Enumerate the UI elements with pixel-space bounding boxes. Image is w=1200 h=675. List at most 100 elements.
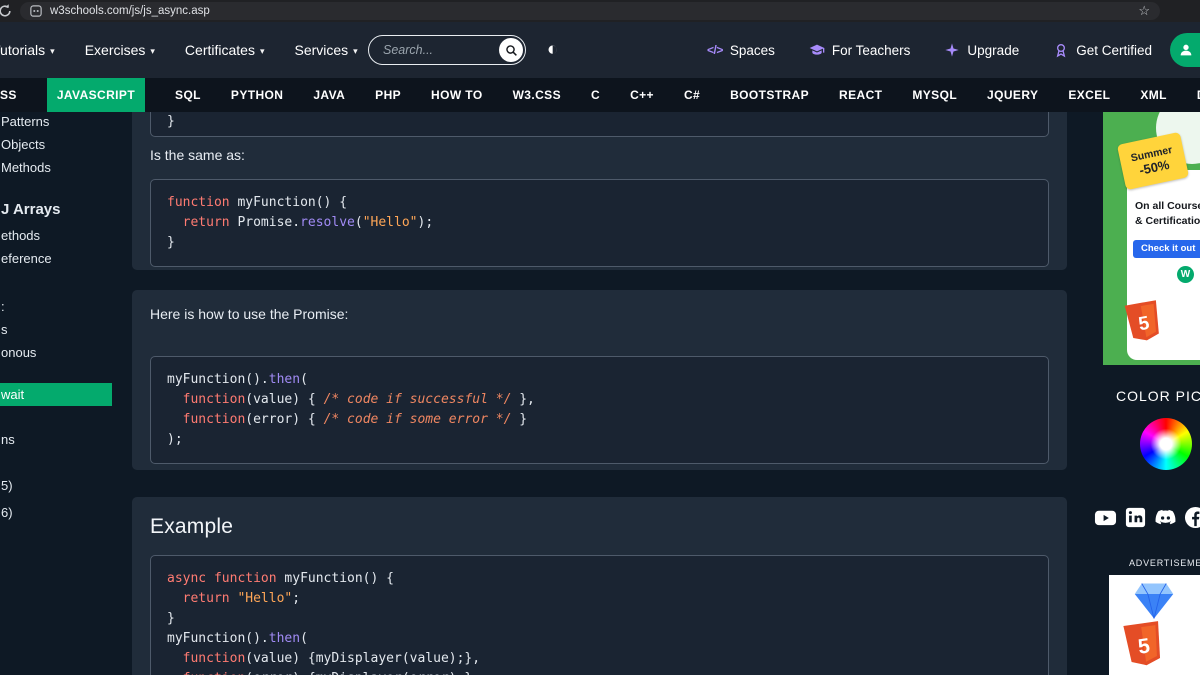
site-info-icon[interactable] <box>30 5 42 17</box>
tab-mysql[interactable]: MYSQL <box>912 78 957 112</box>
advertisement-label: ADVERTISEMENT <box>1129 558 1200 568</box>
code-line: function(value) {myDisplayer(value);}, <box>182 651 481 666</box>
tab-how-to[interactable]: HOW TO <box>431 78 483 112</box>
sidebar: Patterns Objects Methods J Arrays ethods efer… <box>0 112 112 675</box>
code-line: return "Hello"; <box>182 591 301 606</box>
menu-label: Certificates <box>184 42 255 58</box>
menu-label: Exercises <box>84 42 146 58</box>
url-text[interactable]: w3schools.com/js/js_async.asp <box>50 5 210 17</box>
color-picker-label: COLOR PICKER <box>1116 388 1200 404</box>
content-section-same-as: } Is the same as: function myFunction() … <box>132 112 1067 270</box>
search-input[interactable] <box>369 43 499 57</box>
search-box[interactable] <box>368 35 526 65</box>
color-picker-wheel[interactable] <box>1140 418 1192 470</box>
html5-shield-icon: 5 <box>1124 300 1159 341</box>
chevron-down-icon: ▾ <box>353 45 358 56</box>
check-it-out-button[interactable]: Check it out <box>1133 240 1200 258</box>
tab-csharp[interactable]: C# <box>684 78 700 112</box>
w3schools-logo: W <box>1177 266 1194 283</box>
tab-xml[interactable]: XML <box>1140 78 1167 112</box>
ad-text-line: & Certifications <box>1135 215 1200 227</box>
lead-text: Here is how to use the Promise: <box>150 306 349 322</box>
tab-bootstrap[interactable]: BOOTSTRAP <box>730 78 809 112</box>
code-line: } <box>167 611 175 626</box>
content-section-use-promise: Here is how to use the Promise: myFuncti… <box>132 290 1067 470</box>
header-link-upgrade[interactable]: Upgrade <box>944 42 1019 58</box>
tab-php[interactable]: PHP <box>375 78 401 112</box>
sidebar-item-j-arrays[interactable]: J Arrays <box>0 196 112 223</box>
header-menus: Tutorials▾Exercises▾Certificates▾Service… <box>0 22 358 78</box>
sidebar-item-item[interactable]: : <box>0 295 112 318</box>
bookmark-star-icon[interactable]: ☆ <box>1138 2 1150 20</box>
tab-sql[interactable]: SQL <box>175 78 201 112</box>
menu-tutorials[interactable]: Tutorials ▾ <box>0 42 55 58</box>
code-line: } <box>167 114 175 129</box>
tab-excel[interactable]: EXCEL <box>1068 78 1110 112</box>
tab-python[interactable]: PYTHON <box>231 78 283 112</box>
theme-toggle-icon[interactable]: ◐ <box>547 39 558 61</box>
code-line: async function myFunction() { <box>167 571 394 586</box>
code-block-example: async function myFunction() { return "He… <box>150 555 1049 675</box>
header-link-label: Get Certified <box>1076 42 1152 58</box>
chevron-down-icon: ▾ <box>50 45 55 56</box>
teacher-icon <box>809 42 825 58</box>
bottom-ad[interactable]: 5 <box>1109 575 1200 675</box>
promo-ad[interactable]: Summer -50% On all Courses & Certificati… <box>1103 112 1200 365</box>
code-block-partial: } <box>150 112 1049 137</box>
sidebar-item-ns[interactable]: ns <box>0 428 112 451</box>
reload-icon[interactable] <box>0 3 13 19</box>
code-line: return Promise.resolve("Hello"); <box>182 215 434 230</box>
sidebar-item-wait[interactable]: wait <box>0 383 112 406</box>
search-icon[interactable] <box>499 38 523 62</box>
sign-in-button[interactable] <box>1170 33 1200 67</box>
tab-ss[interactable]: SS <box>0 78 17 112</box>
header-link-spaces[interactable]: </> Spaces <box>707 43 775 58</box>
sidebar-item-ethods[interactable]: ethods <box>0 224 112 247</box>
sidebar-item-eference[interactable]: eference <box>0 247 112 270</box>
tab-javascript[interactable]: JAVASCRIPT <box>46 78 146 112</box>
menu-certificates[interactable]: Certificates ▾ <box>185 42 265 58</box>
header-link-label: Spaces <box>729 42 775 58</box>
person-icon <box>1180 44 1192 56</box>
sidebar-item-5[interactable]: 5) <box>0 474 112 497</box>
discord-icon[interactable] <box>1154 506 1177 529</box>
linkedin-icon[interactable] <box>1124 506 1147 529</box>
code-line: function(error) {myDisplayer(error);} <box>167 669 1032 675</box>
code-icon: </> <box>706 43 723 57</box>
tab-cplusplus[interactable]: C++ <box>630 78 654 112</box>
header-link-for-teachers[interactable]: For Teachers <box>809 42 911 58</box>
tab-jquery[interactable]: JQUERY <box>987 78 1038 112</box>
tab-c[interactable]: C <box>591 78 600 112</box>
header-link-label: Upgrade <box>967 42 1020 58</box>
sidebar-item-6[interactable]: 6) <box>0 501 112 524</box>
code-line: function myFunction() { <box>167 195 348 210</box>
sidebar-item-s[interactable]: s <box>0 318 112 341</box>
header-links: </> Spaces For Teachers Upgrade Get Certifie… <box>707 22 1152 78</box>
tab-w3-css[interactable]: W3.CSS <box>513 78 561 112</box>
sparkles-icon <box>944 42 960 58</box>
sidebar-item-objects[interactable]: Objects <box>0 133 112 156</box>
content-section-example: Example async function myFunction() { re… <box>132 497 1067 675</box>
youtube-icon[interactable] <box>1094 506 1117 529</box>
menu-exercises[interactable]: Exercises ▾ <box>85 42 155 58</box>
chevron-down-icon: ▾ <box>150 45 155 56</box>
blue-diamond-icon <box>1134 583 1174 619</box>
code-line: ); <box>167 432 183 447</box>
menu-services[interactable]: Services ▾ <box>294 42 357 58</box>
code-line: } <box>167 235 175 250</box>
screen: w3schools.com/js/js_async.asp ☆ Tutorial… <box>0 0 1200 675</box>
social-links <box>1094 506 1200 529</box>
facebook-icon[interactable] <box>1184 506 1200 529</box>
header-link-label: For Teachers <box>831 42 911 58</box>
url-bar[interactable]: w3schools.com/js/js_async.asp ☆ <box>20 2 1160 20</box>
sidebar-item-patterns[interactable]: Patterns <box>0 110 112 133</box>
sidebar-item-onous[interactable]: onous <box>0 341 112 364</box>
header-link-get-certified[interactable]: Get Certified <box>1053 42 1152 58</box>
sidebar-item-methods[interactable]: Methods <box>0 156 112 179</box>
tab-react[interactable]: REACT <box>839 78 882 112</box>
menu-label: Services <box>294 42 349 58</box>
code-line: function(value) { /* code if successful … <box>182 392 535 407</box>
ad-text-line: On all Courses <box>1135 200 1200 212</box>
browser-chrome: w3schools.com/js/js_async.asp ☆ <box>0 0 1200 22</box>
tab-java[interactable]: JAVA <box>313 78 345 112</box>
